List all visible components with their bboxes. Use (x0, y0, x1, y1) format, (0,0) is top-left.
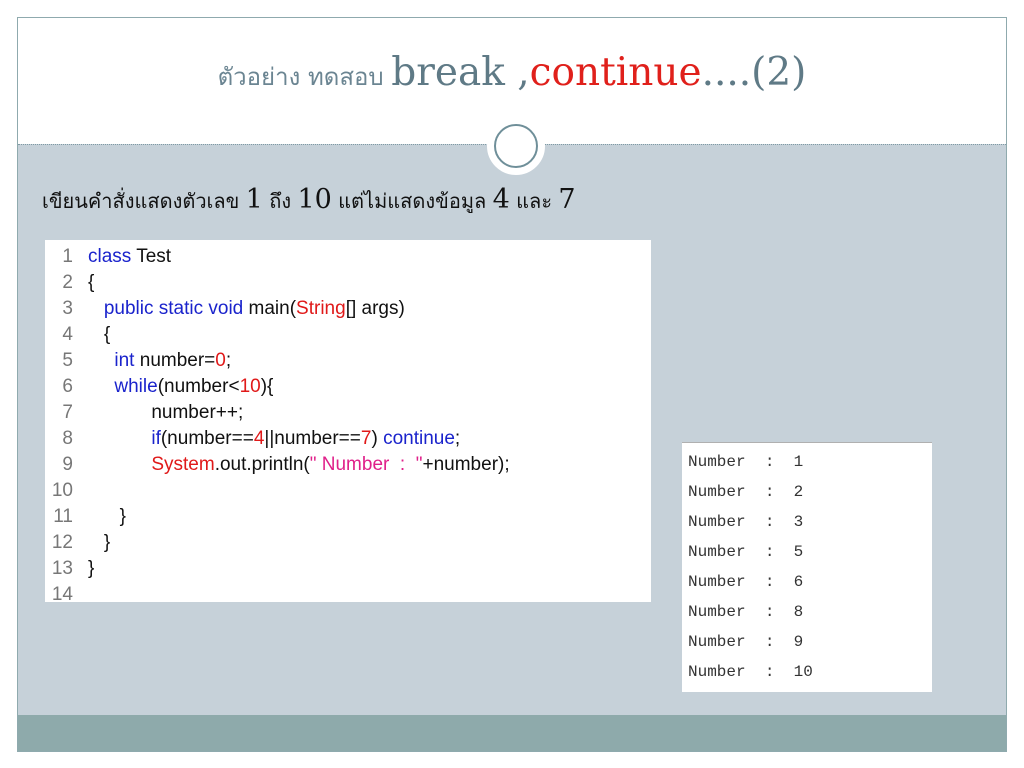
code-line: 13} (45, 556, 95, 582)
code-token: number= (134, 350, 216, 371)
output-line: Number : 10 (688, 663, 813, 681)
code-line: 9 System.out.println(" Number : "+number… (45, 452, 510, 478)
code-token: continue (383, 428, 455, 449)
output-line: Number : 6 (688, 573, 804, 591)
line-number: 11 (53, 506, 73, 527)
code-line: 12 } (45, 530, 110, 556)
code-token: ; (454, 428, 461, 449)
code-line: 1 class Test (45, 244, 171, 270)
slide-title: ตัวอย่าง ทดสอบ break ,continue....(2) (18, 50, 1006, 96)
line-number: 8 (62, 428, 73, 449)
console-output: Number : 1 Number : 2 Number : 3 Number : 5… (682, 442, 932, 692)
code-token: ; (225, 350, 232, 371)
instruction-part: แต่ไม่แสดงข้อมูล (331, 189, 493, 213)
instruction-number: 4 (492, 184, 510, 215)
line-number: 4 (62, 324, 73, 345)
instruction-number: 7 (558, 184, 576, 215)
instruction-number: 1 (245, 184, 263, 215)
output-line: Number : 5 (688, 543, 804, 561)
footer-bar (18, 715, 1006, 751)
line-number: 10 (51, 480, 73, 501)
code-line: 14 (45, 582, 88, 602)
line-number: 9 (62, 454, 73, 475)
code-token: int (88, 350, 135, 371)
line-number: 5 (62, 350, 73, 371)
code-token: 10 (239, 376, 261, 397)
code-token: " Number : " (309, 454, 423, 475)
line-number: 12 (51, 532, 73, 553)
code-token: if (88, 428, 161, 449)
instruction-part: ถึง (262, 189, 298, 213)
code-line: 7 number++; (45, 400, 243, 426)
code-line: 5 int number=0; (45, 348, 231, 374)
output-line: Number : 2 (688, 483, 804, 501)
code-token: 4 (253, 428, 265, 449)
code-token: public static void (88, 298, 244, 319)
code-token: } (88, 506, 127, 527)
code-token: } (88, 532, 111, 553)
line-number: 2 (62, 272, 73, 293)
code-token: 7 (360, 428, 372, 449)
code-token: } (88, 558, 95, 579)
code-line: 3 public static void main(String[] args) (45, 296, 405, 322)
output-line: Number : 8 (688, 603, 804, 621)
code-token: .out.println( (214, 454, 310, 475)
code-token: (number< (157, 376, 240, 397)
title-suffix: ....(2) (701, 50, 807, 95)
line-number: 1 (62, 246, 73, 267)
code-token: number++; (88, 402, 244, 423)
code-line: 8 if(number==4||number==7) continue; (45, 426, 460, 452)
code-line: 4 { (45, 322, 110, 348)
code-token: ||number== (264, 428, 361, 449)
code-line: 11 } (45, 504, 126, 530)
code-token: ){ (260, 376, 274, 397)
code-line: 6 while(number<10){ (45, 374, 273, 400)
circle-ornament-icon (487, 117, 545, 175)
line-number: 13 (51, 558, 73, 579)
output-line: Number : 3 (688, 513, 804, 531)
title-thai: ตัวอย่าง ทดสอบ (217, 63, 392, 91)
code-token: { (88, 324, 111, 345)
code-token: [] args) (345, 298, 405, 319)
line-number: 3 (62, 298, 73, 319)
title-break: break , (391, 50, 530, 95)
code-listing: 1 class Test 2{3 public static void main(S… (45, 240, 651, 602)
output-line: Number : 9 (688, 633, 804, 651)
code-token: main( (243, 298, 297, 319)
line-number: 14 (51, 584, 73, 602)
code-token: class (88, 246, 132, 267)
instruction-text: เขียนคำสั่งแสดงตัวเลข 1 ถึง 10 แต่ไม่แสด… (42, 184, 576, 217)
code-token: Test (131, 246, 172, 267)
instruction-number: 10 (297, 184, 332, 215)
code-line: 10 (45, 478, 88, 504)
instruction-part: และ (509, 189, 559, 213)
code-token: (number== (160, 428, 254, 449)
code-token: while (88, 376, 158, 397)
line-number: 6 (62, 376, 73, 397)
code-token: 0 (215, 350, 226, 371)
slide: ตัวอย่าง ทดสอบ break ,continue....(2) เข… (17, 17, 1007, 752)
code-token: System (88, 454, 215, 475)
code-token: ) (371, 428, 384, 449)
code-token: +number); (422, 454, 510, 475)
code-token: { (88, 272, 95, 293)
code-line: 2{ (45, 270, 94, 296)
line-number: 7 (62, 402, 73, 423)
instruction-part: เขียนคำสั่งแสดงตัวเลข (42, 189, 246, 213)
code-token: String (296, 298, 346, 319)
title-continue: continue (529, 50, 702, 95)
output-line: Number : 1 (688, 453, 804, 471)
